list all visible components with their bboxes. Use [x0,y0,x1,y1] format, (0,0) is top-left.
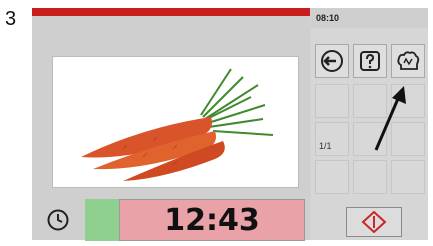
help-button[interactable] [353,44,387,78]
food-image-carrots [52,56,299,188]
start-stop-icon [361,211,387,233]
clock-icon [47,209,69,231]
oven-control-screen: 12:43 08:10 1/1 [32,8,428,241]
timer-elapsed-indicator [85,199,119,241]
page-indicator: 1/1 [319,141,332,151]
cooking-progress-bar [32,8,310,16]
carrots-illustration [81,68,274,181]
cooking-panel: 12:43 [32,8,310,241]
current-time: 08:10 [316,13,340,23]
grid-slot[interactable] [353,160,387,194]
start-stop-button[interactable] [346,207,402,237]
help-icon [360,51,380,71]
back-button[interactable] [315,44,349,78]
grid-slot[interactable] [315,160,349,194]
cooking-timer[interactable]: 12:43 [119,199,305,241]
timer-value: 12:43 [164,202,260,238]
grid-slot[interactable] [315,84,349,118]
chef-hat-icon [397,51,420,70]
chef-button[interactable] [391,44,425,78]
step-number: 3 [5,8,17,30]
pointer-arrow-icon [374,86,406,151]
status-bar: 08:10 [311,8,428,28]
grid-slot[interactable] [391,160,425,194]
back-arrow-icon [321,50,343,72]
